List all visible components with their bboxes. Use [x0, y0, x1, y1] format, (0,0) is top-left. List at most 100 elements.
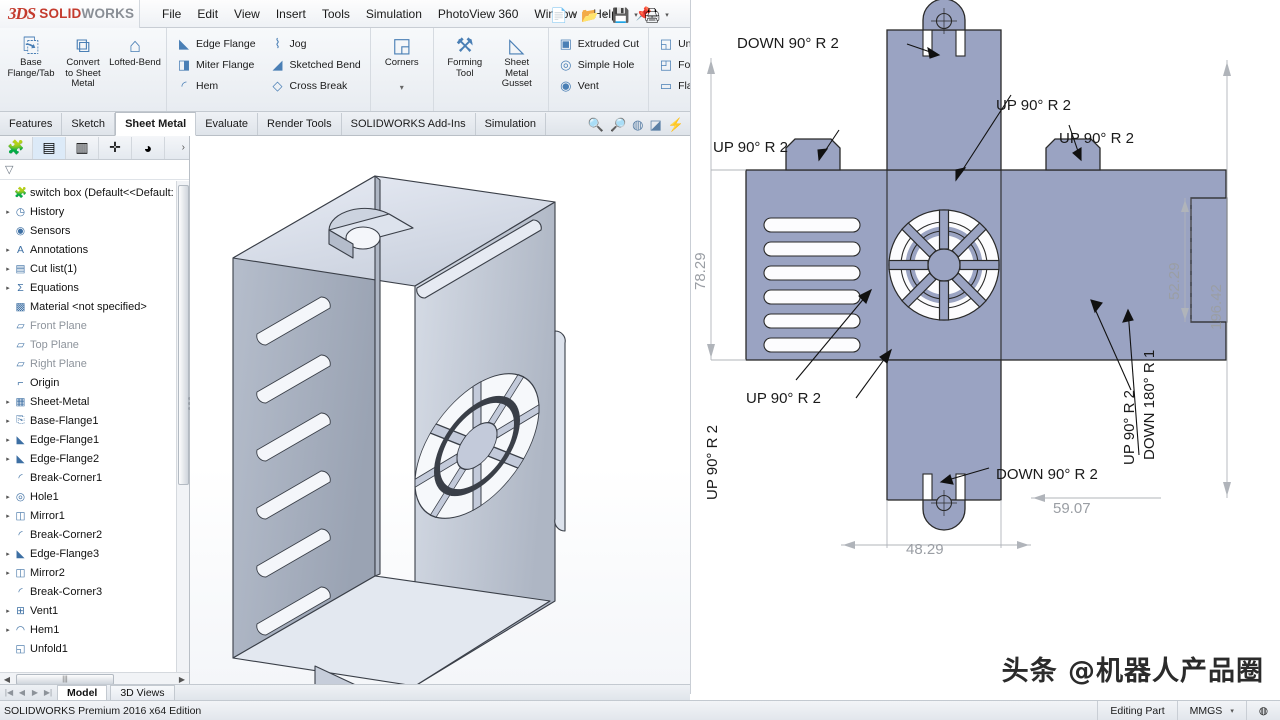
tree-expander-icon[interactable]: ▸ — [3, 417, 13, 425]
tree-expander-icon[interactable]: ▸ — [3, 208, 13, 216]
menu-item-photoview[interactable]: PhotoView 360 — [430, 4, 527, 24]
print-document-icon[interactable]: 🖨 — [641, 4, 663, 26]
tab-evaluate[interactable]: Evaluate — [196, 113, 259, 135]
flatten-button[interactable]: ▭ Flatten — [654, 76, 690, 96]
tree-expander-icon[interactable]: ▸ — [3, 398, 13, 406]
hem-button[interactable]: ◜ Hem — [172, 76, 260, 96]
tree-item-cut-list-1[interactable]: ▸ ▤ Cut list(1) — [0, 259, 189, 278]
zoom-to-fit-icon[interactable]: 🔍 — [588, 117, 604, 133]
tree-item-break-corner1[interactable]: ◜ Break-Corner1 — [0, 468, 189, 487]
tree-item-sensors[interactable]: ◉ Sensors — [0, 221, 189, 240]
tree-vertical-scrollbar[interactable] — [176, 181, 189, 672]
tree-expander-icon[interactable]: ▸ — [3, 493, 13, 501]
tree-item-mirror2[interactable]: ▸ ◫ Mirror2 — [0, 563, 189, 582]
tree-item-edge-flange3[interactable]: ▸ ◣ Edge-Flange3 — [0, 544, 189, 563]
menu-item-edit[interactable]: Edit — [189, 4, 226, 24]
extruded-cut-button[interactable]: ▣ Extruded Cut — [554, 34, 643, 54]
tree-item-break-corner3[interactable]: ◜ Break-Corner3 — [0, 582, 189, 601]
save-document-caret-icon[interactable]: ▾ — [632, 11, 640, 19]
tree-expander-icon[interactable]: ▸ — [3, 455, 13, 463]
cross-break-button[interactable]: ◇ Cross Break — [266, 76, 365, 96]
new-document-icon[interactable]: 📄 — [548, 4, 570, 26]
section-view-icon[interactable]: ◪ — [650, 117, 662, 133]
rotate-view-icon[interactable]: ◍ — [632, 117, 643, 133]
zoom-area-icon[interactable]: 🔎 — [610, 117, 626, 133]
lofted-bend-button[interactable]: ⌂ Lofted-Bend — [109, 32, 161, 69]
new-document-caret-icon[interactable]: ▾ — [570, 11, 578, 19]
miter-flange-button[interactable]: ◨ Miter Flange — [172, 55, 260, 75]
flat-pattern-viewport[interactable]: DOWN 90° R 2 UP 90° R 2 UP 90° R 2 UP 90… — [690, 0, 1280, 694]
tree-expander-icon[interactable]: ▸ — [3, 436, 13, 444]
save-document-icon[interactable]: 💾 — [610, 4, 632, 26]
unfold-button[interactable]: ◱ Unfold — [654, 34, 690, 54]
tab-features[interactable]: Features — [0, 113, 63, 135]
appearance-icon[interactable]: ⚡ — [668, 117, 684, 133]
tree-expander-icon[interactable]: ▸ — [3, 284, 13, 292]
corners-button[interactable]: ◲ Corners — [376, 32, 428, 69]
tree-item-sheet-metal[interactable]: ▸ ▦ Sheet-Metal — [0, 392, 189, 411]
scroll-left-arrow-icon[interactable]: ◀ — [0, 675, 14, 684]
edge-flange-button[interactable]: ◣ Edge Flange — [172, 34, 260, 54]
tree-expander-icon[interactable]: ▸ — [3, 626, 13, 634]
status-units-selector[interactable]: MMGS ▾ — [1176, 700, 1246, 720]
feature-manager-tab[interactable]: 🧩 — [0, 136, 33, 159]
menu-item-view[interactable]: View — [226, 4, 268, 24]
next-tab-arrow-icon[interactable]: ▶ — [29, 688, 41, 697]
simple-hole-button[interactable]: ◎ Simple Hole — [554, 55, 643, 75]
vent-button[interactable]: ◉ Vent — [554, 76, 643, 96]
tree-item-top-plane[interactable]: ▱ Top Plane — [0, 335, 189, 354]
forming-tool-button[interactable]: ⚒ Forming Tool — [439, 32, 491, 79]
sheet-metal-gusset-button[interactable]: ◺ Sheet Metal Gusset — [491, 32, 543, 90]
tab-solidworks-add-ins[interactable]: SOLIDWORKS Add-Ins — [342, 113, 476, 135]
dimxpert-manager-tab[interactable]: ✛ — [99, 136, 132, 159]
display-manager-tab[interactable]: ◕ — [132, 136, 165, 159]
tree-vertical-scroll-thumb[interactable] — [178, 185, 189, 485]
tree-item-right-plane[interactable]: ▱ Right Plane — [0, 354, 189, 373]
units-caret-icon[interactable]: ▾ — [1230, 707, 1234, 715]
tree-item-vent1[interactable]: ▸ ⊞ Vent1 — [0, 601, 189, 620]
panel-expand-arrow-icon[interactable]: › — [182, 142, 189, 153]
tree-item-annotations[interactable]: ▸ A Annotations — [0, 240, 189, 259]
tree-expander-icon[interactable]: ▸ — [3, 246, 13, 254]
menu-item-insert[interactable]: Insert — [268, 4, 314, 24]
corners-dropdown-caret-icon[interactable]: ▾ — [400, 83, 404, 92]
tree-item-material-not-specified[interactable]: ▩ Material <not specified> — [0, 297, 189, 316]
tree-filter-bar[interactable]: ▽ — [0, 160, 189, 180]
tab-sheet-metal[interactable]: Sheet Metal — [115, 112, 197, 136]
tree-item-hem1[interactable]: ▸ ◠ Hem1 — [0, 620, 189, 639]
tree-item-edge-flange2[interactable]: ▸ ◣ Edge-Flange2 — [0, 449, 189, 468]
tree-expander-icon[interactable]: ▸ — [3, 569, 13, 577]
configuration-manager-tab[interactable]: ▥ — [66, 136, 99, 159]
scroll-right-arrow-icon[interactable]: ▶ — [175, 675, 189, 684]
tab-simulation[interactable]: Simulation — [476, 113, 546, 135]
first-tab-arrow-icon[interactable]: |◀ — [3, 688, 15, 697]
tree-item-break-corner2[interactable]: ◜ Break-Corner2 — [0, 525, 189, 544]
open-document-icon[interactable]: 📂 — [579, 4, 601, 26]
jog-button[interactable]: ⌇ Jog — [266, 34, 365, 54]
tree-root-item[interactable]: 🧩 switch box (Default<<Default: — [0, 183, 189, 202]
property-manager-tab[interactable]: ▤ — [33, 136, 66, 159]
tree-item-front-plane[interactable]: ▱ Front Plane — [0, 316, 189, 335]
status-overlay-icon[interactable]: ◍ — [1245, 700, 1280, 720]
sketched-bend-button[interactable]: ◢ Sketched Bend — [266, 55, 365, 75]
open-document-caret-icon[interactable]: ▾ — [601, 11, 609, 19]
tab-render-tools[interactable]: Render Tools — [258, 113, 342, 135]
prev-tab-arrow-icon[interactable]: ◀ — [16, 688, 28, 697]
tree-expander-icon[interactable]: ▸ — [3, 512, 13, 520]
tree-item-mirror1[interactable]: ▸ ◫ Mirror1 — [0, 506, 189, 525]
tree-item-origin[interactable]: ⌐ Origin — [0, 373, 189, 392]
tree-item-equations[interactable]: ▸ Σ Equations — [0, 278, 189, 297]
tab-sketch[interactable]: Sketch — [62, 113, 116, 135]
tree-item-history[interactable]: ▸ ◷ History — [0, 202, 189, 221]
tree-item-edge-flange1[interactable]: ▸ ◣ Edge-Flange1 — [0, 430, 189, 449]
base-flange-tab-button[interactable]: ⎘ Base Flange/Tab — [5, 32, 57, 79]
tree-item-unfold1[interactable]: ◱ Unfold1 — [0, 639, 189, 658]
convert-to-sheet-metal-button[interactable]: ⧉ Convert to Sheet Metal — [57, 32, 109, 90]
menu-item-simulation[interactable]: Simulation — [358, 4, 430, 24]
menu-item-file[interactable]: File — [154, 4, 189, 24]
menu-item-tools[interactable]: Tools — [314, 4, 358, 24]
tree-expander-icon[interactable]: ▸ — [3, 550, 13, 558]
print-document-caret-icon[interactable]: ▾ — [663, 11, 671, 19]
fold-button[interactable]: ◰ Fold — [654, 55, 690, 75]
tree-item-base-flange1[interactable]: ▸ ⎘ Base-Flange1 — [0, 411, 189, 430]
